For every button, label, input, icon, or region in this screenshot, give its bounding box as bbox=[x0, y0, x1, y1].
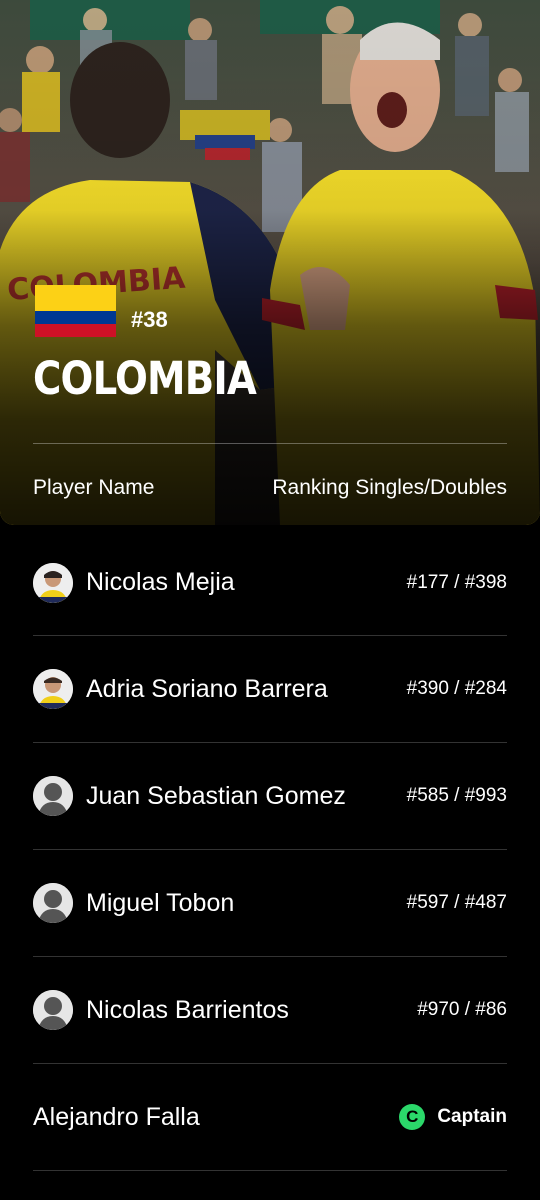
player-ranking: #597 / #487 bbox=[406, 892, 507, 913]
hero-gradient-overlay bbox=[0, 0, 540, 525]
team-hero: COLOMBIA #38 COLOMBIA Player Name Rankin… bbox=[0, 0, 540, 525]
captain-name: Alejandro Falla bbox=[33, 1102, 200, 1131]
player-row[interactable]: Juan Sebastian Gomez #585 / #993 bbox=[33, 743, 507, 850]
player-name: Miguel Tobon bbox=[86, 888, 235, 917]
player-name: Nicolas Mejia bbox=[86, 568, 235, 596]
player-ranking: #390 / #284 bbox=[406, 678, 507, 699]
captain-c-icon: C bbox=[399, 1104, 426, 1130]
player-row[interactable]: Nicolas Barrientos #970 / #86 bbox=[33, 957, 507, 1064]
player-ranking: #177 / #398 bbox=[406, 571, 507, 593]
player-avatar bbox=[33, 669, 73, 709]
player-name: Nicolas Barrientos bbox=[86, 995, 289, 1024]
captain-row[interactable]: Alejandro Falla C Captain bbox=[33, 1064, 507, 1171]
team-rank: #38 bbox=[131, 307, 168, 332]
colombia-flag-icon bbox=[35, 285, 116, 337]
player-row[interactable]: Miguel Tobon #597 / #487 bbox=[33, 850, 507, 957]
placeholder-avatar-icon bbox=[33, 990, 73, 1030]
column-header-player: Player Name bbox=[33, 476, 155, 499]
player-avatar bbox=[33, 562, 73, 603]
captain-badge: C Captain bbox=[399, 1104, 507, 1130]
player-name: Adria Soriano Barrera bbox=[86, 674, 328, 703]
player-list: Nicolas Mejia #177 / #398 Adria Soriano … bbox=[0, 530, 540, 1171]
placeholder-avatar-icon bbox=[33, 883, 73, 923]
player-ranking: #970 / #86 bbox=[417, 999, 507, 1020]
team-name: COLOMBIA bbox=[33, 352, 257, 405]
player-row[interactable]: Adria Soriano Barrera #390 / #284 bbox=[33, 636, 507, 743]
column-header-ranking: Ranking Singles/Doubles bbox=[272, 476, 507, 499]
player-row[interactable]: Nicolas Mejia #177 / #398 bbox=[33, 530, 507, 636]
divider bbox=[33, 443, 507, 444]
player-name: Juan Sebastian Gomez bbox=[86, 781, 346, 810]
captain-label: Captain bbox=[437, 1106, 507, 1127]
placeholder-avatar-icon bbox=[33, 776, 73, 816]
player-ranking: #585 / #993 bbox=[406, 785, 507, 806]
